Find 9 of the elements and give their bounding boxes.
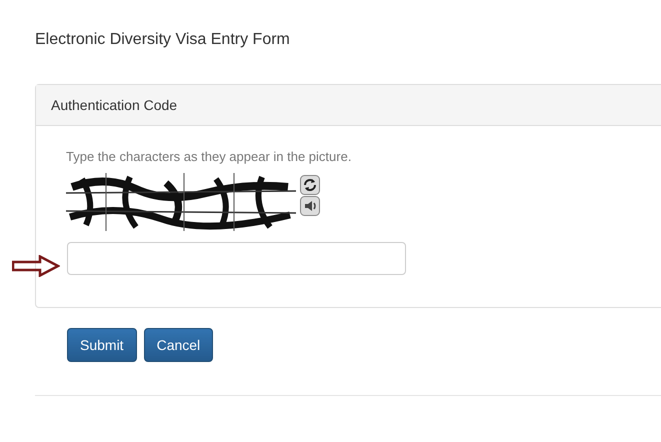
audio-icon[interactable] <box>300 196 320 216</box>
form-button[interactable]: Cancel <box>144 328 214 362</box>
arrow-icon <box>12 255 60 277</box>
panel-heading: Authentication Code <box>36 85 661 126</box>
input-field[interactable] <box>67 242 406 274</box>
instruction-text: Type the characters as they appear in the picture. <box>66 149 352 164</box>
page-title: Electronic Diversity Visa Entry Form <box>34 30 291 50</box>
refresh-icon[interactable] <box>300 175 320 195</box>
form-button[interactable]: Submit <box>67 328 137 362</box>
